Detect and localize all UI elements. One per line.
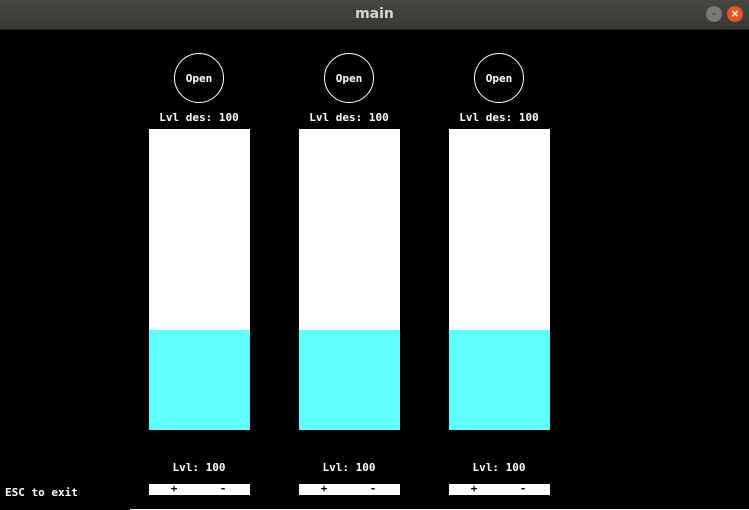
desired-level-label-3: Lvl des: 100 xyxy=(459,111,539,124)
tank-level-fill-1 xyxy=(149,329,250,430)
level-label-1: Lvl: 100 xyxy=(172,461,226,474)
exit-hint: ESC to exit xyxy=(5,486,78,499)
open-valve-button-2[interactable]: Open xyxy=(324,53,374,103)
tank-level-fill-2 xyxy=(299,329,400,430)
window-title: main xyxy=(355,6,394,22)
level-label-3: Lvl: 100 xyxy=(472,461,526,474)
increase-button-2[interactable]: + xyxy=(309,483,339,495)
decrease-button-3[interactable]: - xyxy=(508,483,538,495)
app-canvas: Open Lvl des: 100 Lvl: 100 + - Open Lvl … xyxy=(0,30,749,510)
level-controls-2: + - xyxy=(299,483,400,495)
tank-1 xyxy=(149,129,250,430)
tank-2 xyxy=(299,129,400,430)
close-icon[interactable]: × xyxy=(727,6,743,22)
decrease-button-2[interactable]: - xyxy=(358,483,388,495)
increase-button-3[interactable]: + xyxy=(459,483,489,495)
window-titlebar[interactable]: main – × xyxy=(0,0,749,30)
tank-3 xyxy=(449,129,550,430)
level-controls-1: + - xyxy=(149,483,250,495)
tank-level-fill-3 xyxy=(449,329,550,430)
open-valve-button-3[interactable]: Open xyxy=(474,53,524,103)
level-label-2: Lvl: 100 xyxy=(322,461,376,474)
open-valve-button-1[interactable]: Open xyxy=(174,53,224,103)
desired-level-label-1: Lvl des: 100 xyxy=(159,111,239,124)
increase-button-1[interactable]: + xyxy=(159,483,189,495)
decrease-button-1[interactable]: - xyxy=(208,483,238,495)
minimize-icon[interactable]: – xyxy=(706,6,722,22)
level-controls-3: + - xyxy=(449,483,550,495)
desired-level-label-2: Lvl des: 100 xyxy=(309,111,389,124)
